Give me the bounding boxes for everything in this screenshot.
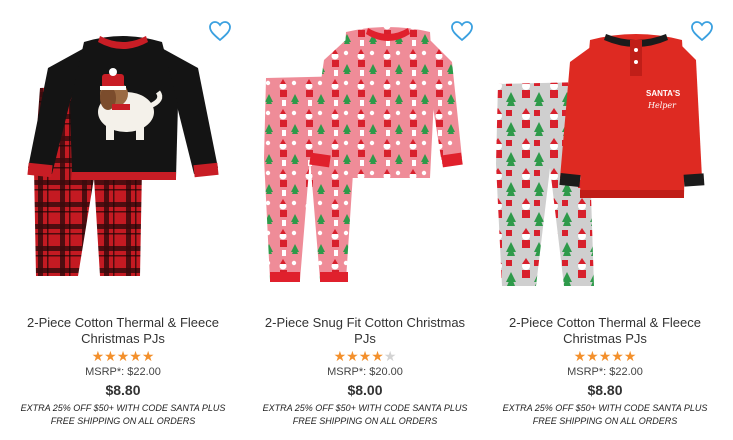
shirt-print-text: SANTA'S [646,89,681,98]
product-title[interactable]: 2-Piece Snug Fit Cotton Christmas PJs [250,315,480,347]
promo-line: FREE SHIPPING ON ALL ORDERS [532,416,678,426]
promo-line: FREE SHIPPING ON ALL ORDERS [50,416,196,426]
product-title-line: Christmas PJs [563,331,647,346]
star-icon: ★ [371,349,384,365]
star-icon: ★ [358,349,372,365]
product-card: 2-Piece Cotton Thermal & Fleece Christma… [8,0,238,440]
promo-text: EXTRA 25% OFF $50+ WITH CODE SANTA PLUS … [238,402,492,428]
sale-price: $8.00 [347,382,383,398]
star-icon: ★ [116,349,130,365]
star-rating[interactable]: ★ ★ ★ ★ ★ [8,348,238,365]
pajama-image-santa-pink [264,27,463,282]
wishlist-heart-icon[interactable] [690,20,714,42]
promo-line: EXTRA 25% OFF $50+ WITH CODE SANTA PLUS [262,403,468,413]
product-title-line: 2-Piece Snug Fit Cotton Christmas [264,315,466,330]
star-icon: ★ [611,349,624,365]
pajama-image-santas-helper: SANTA'S Helper [496,34,705,286]
product-card: 2-Piece Snug Fit Cotton Christmas PJs ★ ★… [250,0,480,440]
promo-line: FREE SHIPPING ON ALL ORDERS [292,416,438,426]
star-icon: ★ [141,349,155,365]
msrp-price: MSRP*: $20.00 [327,366,403,378]
promo-text: EXTRA 25% OFF $50+ WITH CODE SANTA PLUS … [0,402,250,428]
star-rating[interactable]: ★ ★ ★ ★ ★ [490,348,720,365]
product-image[interactable] [250,18,480,303]
star-icon: ★ [586,349,599,365]
star-icon: ★ [623,349,637,365]
product-title[interactable]: 2-Piece Cotton Thermal & Fleece Christma… [8,315,238,347]
star-rating[interactable]: ★ ★ ★ ★ ★ [250,348,480,365]
promo-text: EXTRA 25% OFF $50+ WITH CODE SANTA PLUS … [478,402,732,428]
shirt-print-script: Helper [647,101,677,110]
product-title[interactable]: 2-Piece Cotton Thermal & Fleece Christma… [490,315,720,347]
star-icon: ★ [598,349,612,365]
msrp-price: MSRP*: $22.00 [567,366,643,378]
product-title-line: Christmas PJs [81,331,165,346]
product-title-line: 2-Piece Cotton Thermal & Fleece [509,315,701,330]
star-icon: ★ [573,349,587,365]
msrp-price: MSRP*: $22.00 [85,366,161,378]
promo-line: EXTRA 25% OFF $50+ WITH CODE SANTA PLUS [502,403,708,413]
product-image[interactable]: SANTA'S Helper [490,18,720,303]
sale-price: $8.80 [587,382,623,398]
product-title-line: PJs [354,331,376,346]
product-title-line: 2-Piece Cotton Thermal & Fleece [27,315,219,330]
sale-price: $8.80 [105,382,141,398]
star-icon: ★ [383,349,397,365]
star-icon: ★ [129,349,142,365]
product-grid: 2-Piece Cotton Thermal & Fleece Christma… [0,0,733,440]
pajama-image-dog-plaid [27,36,219,276]
wishlist-heart-icon[interactable] [450,20,474,42]
product-image[interactable] [8,18,238,303]
wishlist-heart-icon[interactable] [208,20,232,42]
product-card: SANTA'S Helper 2-Piece Cotton Thermal & … [490,0,720,440]
star-icon: ★ [104,349,117,365]
star-icon: ★ [346,349,359,365]
star-icon: ★ [333,349,347,365]
promo-line: EXTRA 25% OFF $50+ WITH CODE SANTA PLUS [20,403,226,413]
star-icon: ★ [91,349,105,365]
